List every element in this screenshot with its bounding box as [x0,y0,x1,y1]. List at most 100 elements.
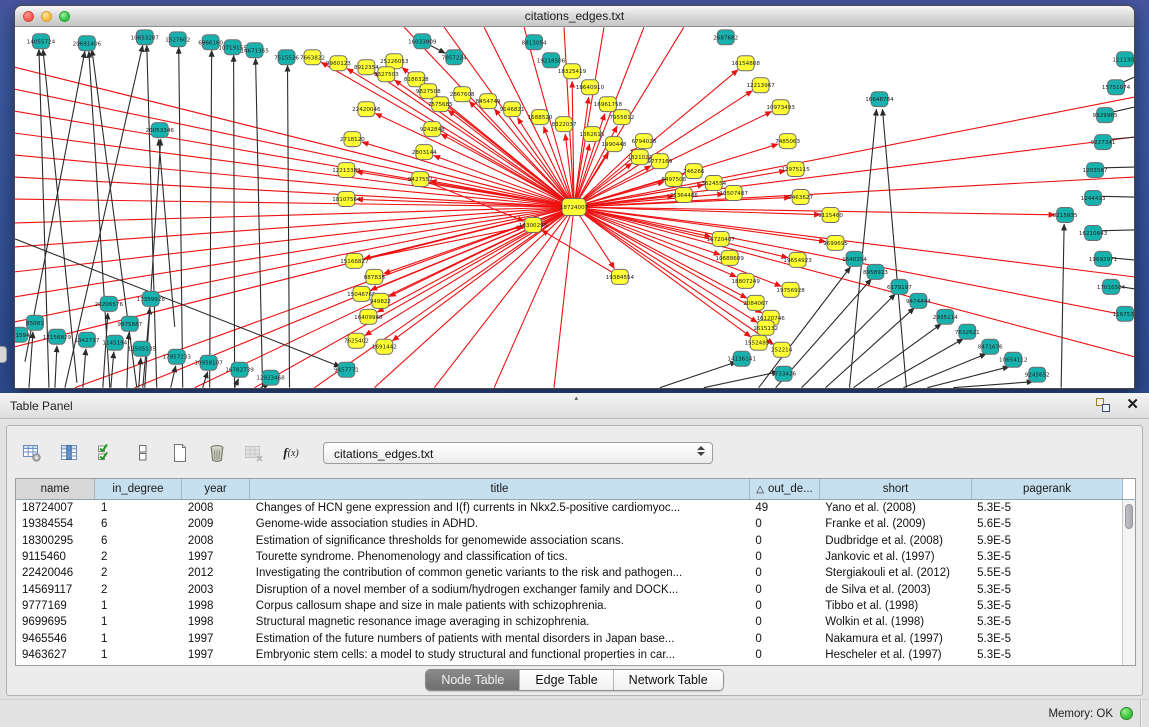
status-bar: Memory: OK [0,699,1149,727]
table-row[interactable]: 911546021997Tourette syndrome. Phenomeno… [16,549,1122,565]
tab-edge-table[interactable]: Edge Table [520,670,613,690]
graph-node-label: 2935114 [933,315,958,321]
graph-node-label: 19654923 [783,258,812,264]
graph-node-label: 8813054 [522,40,547,46]
function-builder-icon[interactable]: f(x) [280,442,302,464]
graph-node-label: 20691406 [73,41,102,47]
table-cell: Estimation of significance thresholds fo… [250,535,750,547]
hidden-panel-handle[interactable] [0,346,7,363]
graph-node-label: 1167533 [1113,312,1134,318]
graph-node-label: 2718120 [340,137,365,143]
scrollbar-thumb[interactable] [1125,504,1133,529]
table-row[interactable]: 2242004622012Investigating the contribut… [16,565,1122,581]
graph-edge [574,137,1134,207]
column-header-title[interactable]: title [250,479,750,499]
table-cell: Estimation of the future numbers of pati… [250,633,750,645]
table-cell: 2008 [182,535,250,547]
table-cell: 5.3E-5 [971,502,1122,514]
table-cell: Genome-wide association studies in ADHD. [250,518,750,530]
vertical-scrollbar[interactable] [1122,500,1135,665]
network-canvas[interactable]: 1872400718300295140557242069140610653287… [15,27,1134,388]
graph-edge [288,65,290,387]
table-cell: 5.3E-5 [971,633,1122,645]
tab-node-table[interactable]: Node Table [426,670,520,690]
column-header-pagerank[interactable]: pagerank [972,479,1123,499]
float-panel-icon[interactable] [1096,398,1110,412]
graph-edge [111,352,114,388]
graph-edge [574,207,1134,357]
table-cell: 6 [95,535,182,547]
table-row[interactable]: 946554611997Estimation of the future num… [16,630,1122,646]
graph-node-label: 8327503 [374,72,399,78]
table-cell: 1 [95,649,182,661]
table-row[interactable]: 977716911998Corpus callosum shape and si… [16,598,1122,614]
tab-network-table[interactable]: Network Table [614,670,723,690]
table-cell: 2012 [182,567,250,579]
column-visibility-icon[interactable] [95,442,117,464]
table-cell: 2 [95,567,182,579]
rows-icon[interactable] [132,442,154,464]
table-row[interactable]: 1830029562008Estimation of significance … [16,533,1122,549]
select-column-icon[interactable] [58,442,80,464]
table-cell: 0 [749,567,819,579]
graph-node-label: 16033809 [408,39,437,45]
table-settings-icon[interactable] [21,442,43,464]
delete-table-icon[interactable] [206,442,228,464]
graph-node-label: 1990448 [602,142,627,148]
new-table-icon[interactable] [169,442,191,464]
column-header-indegree[interactable]: in_degree [95,479,182,499]
table-cell: 5.3E-5 [971,551,1122,563]
desktop: citations_edges.txt 18724007183002951405… [0,0,1149,727]
graph-node-label: 746266 [683,169,705,175]
import-table-icon[interactable] [243,442,265,464]
table-selector-value: citations_edges.txt [334,447,433,461]
window-titlebar[interactable]: citations_edges.txt [15,6,1134,27]
table-cell: 2008 [182,502,250,514]
graph-node-label: 1691442 [372,345,397,351]
panel-resize-handle[interactable]: ▴ [575,394,579,402]
graph-node-label: 8454749 [476,99,501,105]
table-row[interactable]: 1938455462009Genome-wide association stu… [16,516,1122,532]
table-cell: 2 [95,551,182,563]
column-header-name[interactable]: name [16,479,95,499]
graph-node-label: 8322037 [552,122,577,128]
table-cell: 2 [95,584,182,596]
table-cell: Nakamura et al. (1997) [819,633,971,645]
graph-edge [554,207,574,388]
table-cell: 5.3E-5 [971,600,1122,612]
table-selector-dropdown[interactable]: citations_edges.txt [323,442,713,464]
graph-node-label: 9245652 [1025,373,1050,379]
table-cell: Jankovic et al. (1997) [819,551,971,563]
table-panel-header: ▴ Table Panel ✕ [0,393,1149,419]
graph-node-label: 9146821 [500,107,525,113]
graph-node-label: 16210643 [1079,231,1108,237]
graph-node-label: 7485063 [775,139,800,145]
graph-node-label: 14671365 [240,48,269,54]
graph-node-label: 391594 [15,333,30,339]
table-cell: 9465546 [16,633,95,645]
graph-node-label: 21364486 [670,193,699,199]
table-cell: 1997 [182,649,250,661]
column-header-outde[interactable]: △out_de... [750,479,820,499]
graph-edge [494,207,574,388]
graph-edge [802,294,896,388]
graph-node-label: 16154808 [731,61,760,67]
graph-node-label: 8186328 [404,77,429,83]
window-title: citations_edges.txt [15,9,1134,23]
graph-node-label: 14136141 [727,357,756,363]
table-row[interactable]: 1872400712008Changes of HCN gene express… [16,500,1122,516]
graph-node-label: 9960123 [326,61,351,67]
graph-edge [255,207,574,388]
column-header-year[interactable]: year [182,479,250,499]
table-cell: 9777169 [16,600,95,612]
column-header-short[interactable]: short [820,479,972,499]
table-row[interactable]: 969969511998Structural magnetic resonanc… [16,614,1122,630]
table-row[interactable]: 1456911722003Disruption of a novel membe… [16,581,1122,597]
graph-edge [574,97,589,207]
table-cell: 5.3E-5 [971,584,1122,596]
table-row[interactable]: 946362711997Embryonic stem cells: a mode… [16,647,1122,663]
table-cell: 0 [749,535,819,547]
close-panel-icon[interactable]: ✕ [1126,398,1139,412]
table-cell: 1997 [182,633,250,645]
attribute-table: namein_degreeyeartitle△out_de...shortpag… [15,478,1136,666]
